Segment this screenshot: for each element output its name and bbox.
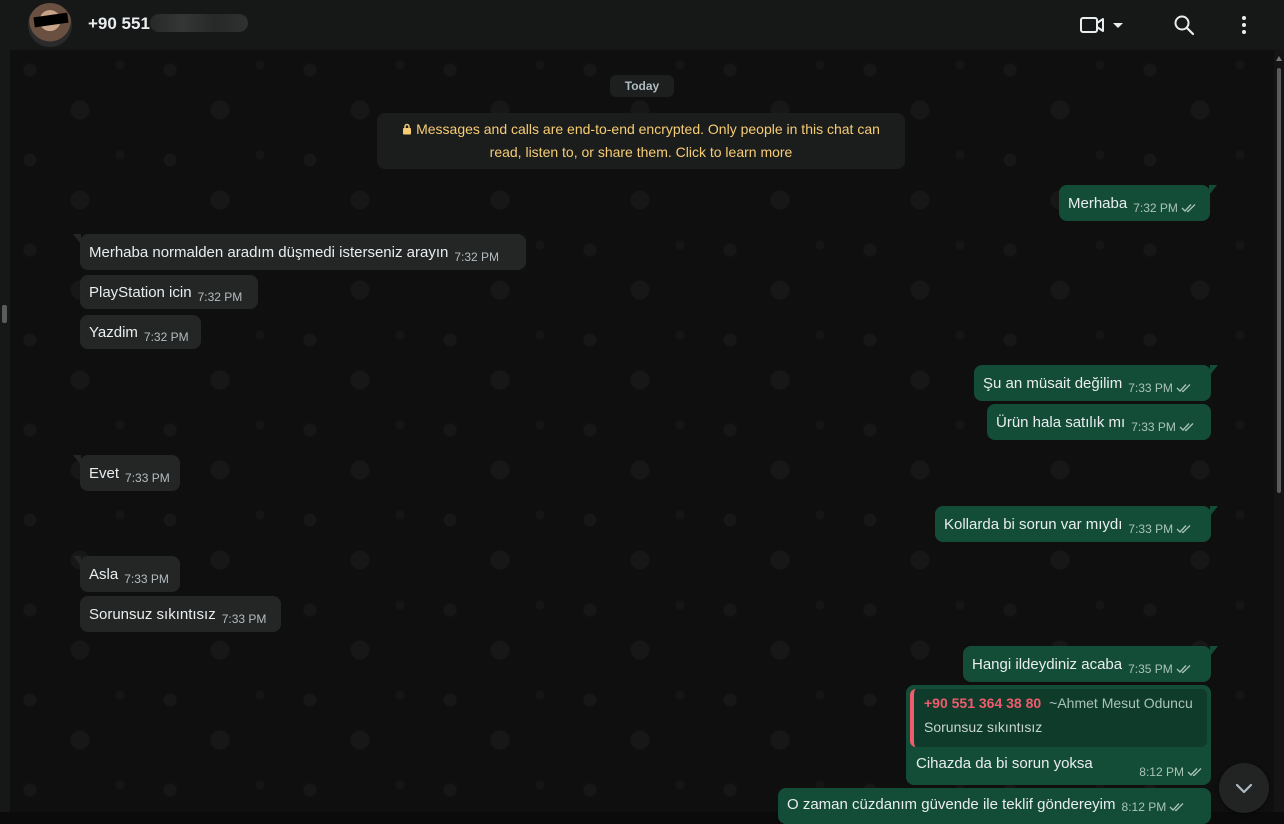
lock-icon <box>403 123 412 135</box>
left-pane-edge <box>0 50 10 812</box>
message-text: O zaman cüzdanım güvende ile teklif gönd… <box>787 796 1116 813</box>
message-time: 7:33 PM <box>1128 521 1174 536</box>
message-outgoing[interactable]: O zaman cüzdanım güvende ile teklif gönd… <box>778 788 1211 824</box>
message-time: 7:33 PM <box>125 470 170 485</box>
double-check-icon <box>1179 422 1194 431</box>
double-check-icon <box>1187 768 1202 777</box>
double-check-icon <box>1176 664 1191 673</box>
left-scrollbar-thumb[interactable] <box>2 305 7 323</box>
message-time: 7:33 PM <box>1131 419 1176 434</box>
message-meta: 8:12 PM <box>1139 765 1203 779</box>
message-text: Hangi ildeydiniz acaba <box>972 655 1123 673</box>
message-meta: 7:35 PM <box>1128 662 1192 676</box>
scrollbar-thumb[interactable] <box>1277 68 1281 493</box>
message-text: Merhaba <box>1068 194 1128 212</box>
message-time: 7:33 PM <box>221 611 267 626</box>
message-text: Asla <box>89 565 119 583</box>
double-check-icon <box>1176 524 1191 533</box>
quoted-sender: +90 551 364 38 80 ~Ahmet Mesut Oduncu <box>924 695 1197 711</box>
encryption-notice-text: Messages and calls are end-to-end encryp… <box>416 121 880 160</box>
redacted-name-scribble <box>150 14 248 32</box>
message-text: Kollarda bi sorun var mıydı <box>944 515 1123 533</box>
message-outgoing[interactable]: Kollarda bi sorun var mıydı 7:33 PM <box>935 506 1218 542</box>
message-time: 7:35 PM <box>1128 661 1173 676</box>
message-time: 7:33 PM <box>1128 380 1173 395</box>
chevron-down-icon <box>1113 23 1123 28</box>
video-call-button[interactable] <box>1076 10 1128 40</box>
double-check-icon <box>1176 383 1191 392</box>
date-separator: Today <box>610 75 674 97</box>
message-text: Ürün hala satılık mı <box>996 413 1126 431</box>
quoted-sender-alias: ~Ahmet Mesut Oduncu <box>1049 695 1193 711</box>
scroll-up-arrow-icon[interactable] <box>1276 56 1282 61</box>
message-outgoing[interactable]: Şu an müsait değilim 7:33 PM <box>974 365 1218 401</box>
chat-scrollbar[interactable] <box>1274 50 1284 812</box>
message-time: 7:32 PM <box>1133 200 1178 215</box>
message-incoming[interactable]: Asla 7:33 PM <box>73 556 180 592</box>
message-incoming[interactable]: Merhaba normalden aradım düşmedi isterse… <box>73 234 526 270</box>
search-icon <box>1174 15 1195 36</box>
message-incoming[interactable]: Evet 7:33 PM <box>73 455 180 491</box>
encryption-notice[interactable]: Messages and calls are end-to-end encryp… <box>377 113 905 169</box>
scroll-to-bottom-button[interactable] <box>1219 763 1269 813</box>
double-check-icon <box>1169 803 1184 812</box>
message-time: 7:32 PM <box>454 249 500 264</box>
message-outgoing[interactable]: Ürün hala satılık mı 7:33 PM <box>987 404 1211 440</box>
message-time: 7:33 PM <box>124 571 169 586</box>
avatar-censor-bar <box>33 12 69 28</box>
message-text: Şu an müsait değilim <box>983 374 1123 392</box>
message-outgoing[interactable]: Hangi ildeydiniz acaba 7:35 PM <box>963 646 1218 682</box>
message-meta: 7:33 PM <box>1131 420 1195 434</box>
message-text: Yazdim <box>89 323 138 341</box>
message-text: Sorunsuz sıkıntısız <box>89 605 216 623</box>
message-meta: 7:32 PM <box>1133 201 1197 215</box>
message-time: 7:32 PM <box>143 329 189 344</box>
message-outgoing[interactable]: Merhaba 7:32 PM <box>1059 185 1217 221</box>
message-incoming[interactable]: Yazdim 7:32 PM <box>80 315 201 349</box>
chevron-down-icon <box>1235 783 1253 794</box>
search-button[interactable] <box>1170 10 1198 40</box>
video-call-icon <box>1080 17 1104 33</box>
chat-header: +90 551 <box>0 0 1284 50</box>
message-text: PlayStation icin <box>89 283 192 301</box>
message-meta: 7:33 PM <box>1128 381 1192 395</box>
double-check-icon <box>1181 203 1196 212</box>
menu-icon <box>1242 16 1246 34</box>
message-meta: 7:33 PM <box>1128 522 1192 536</box>
quoted-text: Sorunsuz sıkıntısız <box>924 719 1043 735</box>
message-text: Merhaba normalden aradım düşmedi isterse… <box>89 243 449 261</box>
message-time: 7:32 PM <box>197 289 243 304</box>
message-time: 8:12 PM <box>1139 765 1184 779</box>
contact-name[interactable]: +90 551 <box>88 14 150 34</box>
message-incoming[interactable]: Sorunsuz sıkıntısız 7:33 PM <box>80 596 281 632</box>
message-text: Evet <box>89 464 120 482</box>
menu-button[interactable] <box>1232 10 1256 40</box>
message-text: Cihazda da bi sorun yoksa <box>916 755 1093 772</box>
message-incoming[interactable]: PlayStation icin 7:32 PM <box>80 275 258 309</box>
message-outgoing-reply[interactable]: +90 551 364 38 80 ~Ahmet Mesut Oduncu Sor… <box>906 685 1211 785</box>
contact-avatar[interactable] <box>28 3 72 47</box>
quoted-message[interactable]: +90 551 364 38 80 ~Ahmet Mesut Oduncu Sor… <box>910 689 1207 747</box>
quoted-sender-number: +90 551 364 38 80 <box>924 695 1042 711</box>
